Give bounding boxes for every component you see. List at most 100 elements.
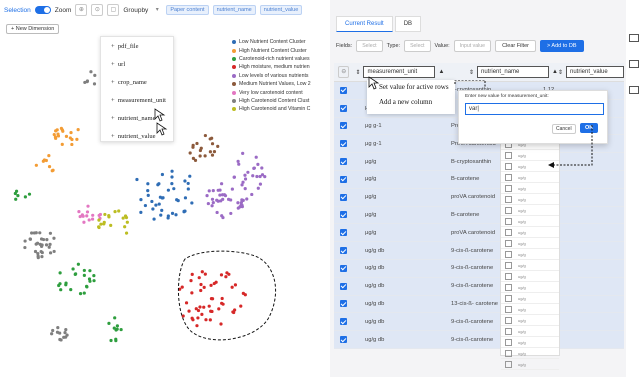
value-checkbox[interactable] (505, 184, 512, 192)
row-checkbox[interactable] (340, 318, 347, 326)
scatter-point[interactable] (198, 154, 202, 158)
add-to-db-button[interactable]: > Add to DB (539, 40, 584, 52)
scatter-point[interactable] (92, 273, 96, 278)
scatter-point[interactable] (36, 256, 40, 260)
value-list-item[interactable]: ug/g (501, 337, 559, 348)
value-list-item[interactable]: ug/g (501, 293, 559, 304)
value-checkbox[interactable] (505, 206, 512, 214)
scatter-point[interactable] (85, 214, 89, 218)
scatter-point[interactable] (211, 200, 215, 205)
scatter-point[interactable] (200, 270, 204, 274)
scatter-point[interactable] (78, 214, 82, 219)
scatter-point[interactable] (197, 276, 201, 280)
scatter-point[interactable] (115, 327, 119, 331)
column-menu-item-pdf-file[interactable]: + pdf_file (101, 37, 173, 55)
scatter-point[interactable] (69, 288, 73, 292)
scatter-point[interactable] (92, 82, 97, 86)
row-checkbox[interactable] (340, 158, 347, 166)
scatter-point[interactable] (160, 172, 165, 177)
scatter-point[interactable] (160, 208, 164, 213)
value-input[interactable]: Input value (453, 40, 492, 52)
scatter-point[interactable] (207, 189, 211, 193)
scatter-point[interactable] (85, 79, 90, 83)
scatter-point[interactable] (209, 309, 213, 313)
scatter-point[interactable] (232, 175, 236, 179)
value-checkbox[interactable] (505, 217, 512, 225)
row-checkbox[interactable] (340, 175, 347, 183)
scatter-point[interactable] (34, 231, 38, 235)
scatter-point[interactable] (151, 207, 155, 211)
scatter-point[interactable] (220, 214, 224, 218)
scatter-point[interactable] (236, 159, 240, 163)
scatter-point[interactable] (174, 213, 178, 217)
scatter-point[interactable] (258, 174, 262, 179)
scatter-point[interactable] (76, 127, 80, 132)
scatter-point[interactable] (48, 242, 52, 246)
scatter-point[interactable] (85, 210, 90, 214)
scatter-point[interactable] (216, 199, 220, 203)
table-row[interactable]: ug/g db9-cis-ß-carotene3 (334, 242, 624, 260)
value-list-item[interactable]: ug/g (501, 282, 559, 293)
scatter-point[interactable] (113, 316, 117, 320)
scatter-point[interactable] (82, 273, 86, 277)
scatter-point[interactable] (39, 237, 44, 241)
value-checkbox[interactable] (505, 239, 512, 247)
scatter-point[interactable] (51, 328, 55, 333)
scatter-point[interactable] (86, 204, 90, 208)
scatter-point[interactable] (240, 205, 244, 209)
scatter-point[interactable] (77, 210, 81, 214)
table-row[interactable]: µg/gproVA carotenoid33 (334, 224, 624, 243)
scatter-point[interactable] (188, 174, 192, 178)
scatter-point[interactable] (16, 194, 20, 198)
set-value-item[interactable]: Set value for active rows (379, 83, 449, 91)
value-list-item[interactable]: ug/g (501, 249, 559, 260)
value-list-item[interactable]: ug/g (501, 315, 559, 326)
scatter-point[interactable] (123, 214, 128, 218)
scatter-point[interactable] (203, 133, 207, 138)
scatter-point[interactable] (93, 73, 97, 77)
table-row[interactable]: ug/g db9-cis-ß-carotene3.4 (334, 331, 624, 349)
scatter-point[interactable] (89, 70, 93, 74)
value-checkbox[interactable] (505, 250, 512, 258)
cell-measurement-unit[interactable]: µg/g (365, 194, 451, 200)
scatter-point[interactable] (206, 201, 210, 206)
scatter-point[interactable] (204, 318, 208, 322)
scatter-point[interactable] (125, 220, 129, 224)
scatter-point[interactable] (252, 166, 256, 170)
scatter-point[interactable] (56, 325, 60, 330)
scatter-point[interactable] (87, 218, 91, 222)
row-checkbox[interactable] (340, 140, 347, 148)
scatter-point[interactable] (38, 231, 42, 235)
scatter-point[interactable] (223, 194, 228, 198)
scatter-point[interactable] (99, 222, 103, 226)
scatter-point[interactable] (186, 181, 190, 186)
scatter-point[interactable] (28, 237, 32, 241)
scatter-point[interactable] (14, 197, 18, 201)
scatter-point[interactable] (217, 307, 221, 311)
scatter-point[interactable] (199, 282, 203, 287)
scatter-point[interactable] (243, 177, 248, 181)
scatter-point[interactable] (139, 210, 143, 214)
scatter-point[interactable] (47, 165, 52, 169)
scatter-point[interactable] (241, 151, 245, 155)
scatter-point[interactable] (219, 322, 223, 326)
scatter-point[interactable] (210, 153, 215, 157)
table-row[interactable]: µg/gB-carotene36 (334, 206, 624, 225)
scatter-point[interactable] (170, 169, 174, 173)
cell-measurement-unit[interactable]: ug/g db (365, 301, 451, 307)
scatter-point[interactable] (208, 137, 212, 141)
scatter-point[interactable] (221, 197, 225, 201)
scatter-point[interactable] (216, 144, 220, 148)
scatter-point[interactable] (39, 249, 43, 254)
cell-measurement-unit[interactable]: ug/g db (365, 283, 451, 289)
scatter-point[interactable] (40, 255, 44, 259)
scatter-point[interactable] (113, 210, 117, 214)
column-name-input[interactable]: nutrient_name (477, 66, 550, 78)
scatter-point[interactable] (220, 296, 224, 301)
scatter-point[interactable] (233, 283, 238, 287)
scatter-point[interactable] (154, 203, 158, 207)
scatter-point[interactable] (157, 182, 161, 186)
tag-nutrient-name[interactable]: nutrient_name (212, 5, 256, 15)
scatter-point[interactable] (176, 199, 180, 203)
scatter-point[interactable] (170, 175, 174, 179)
